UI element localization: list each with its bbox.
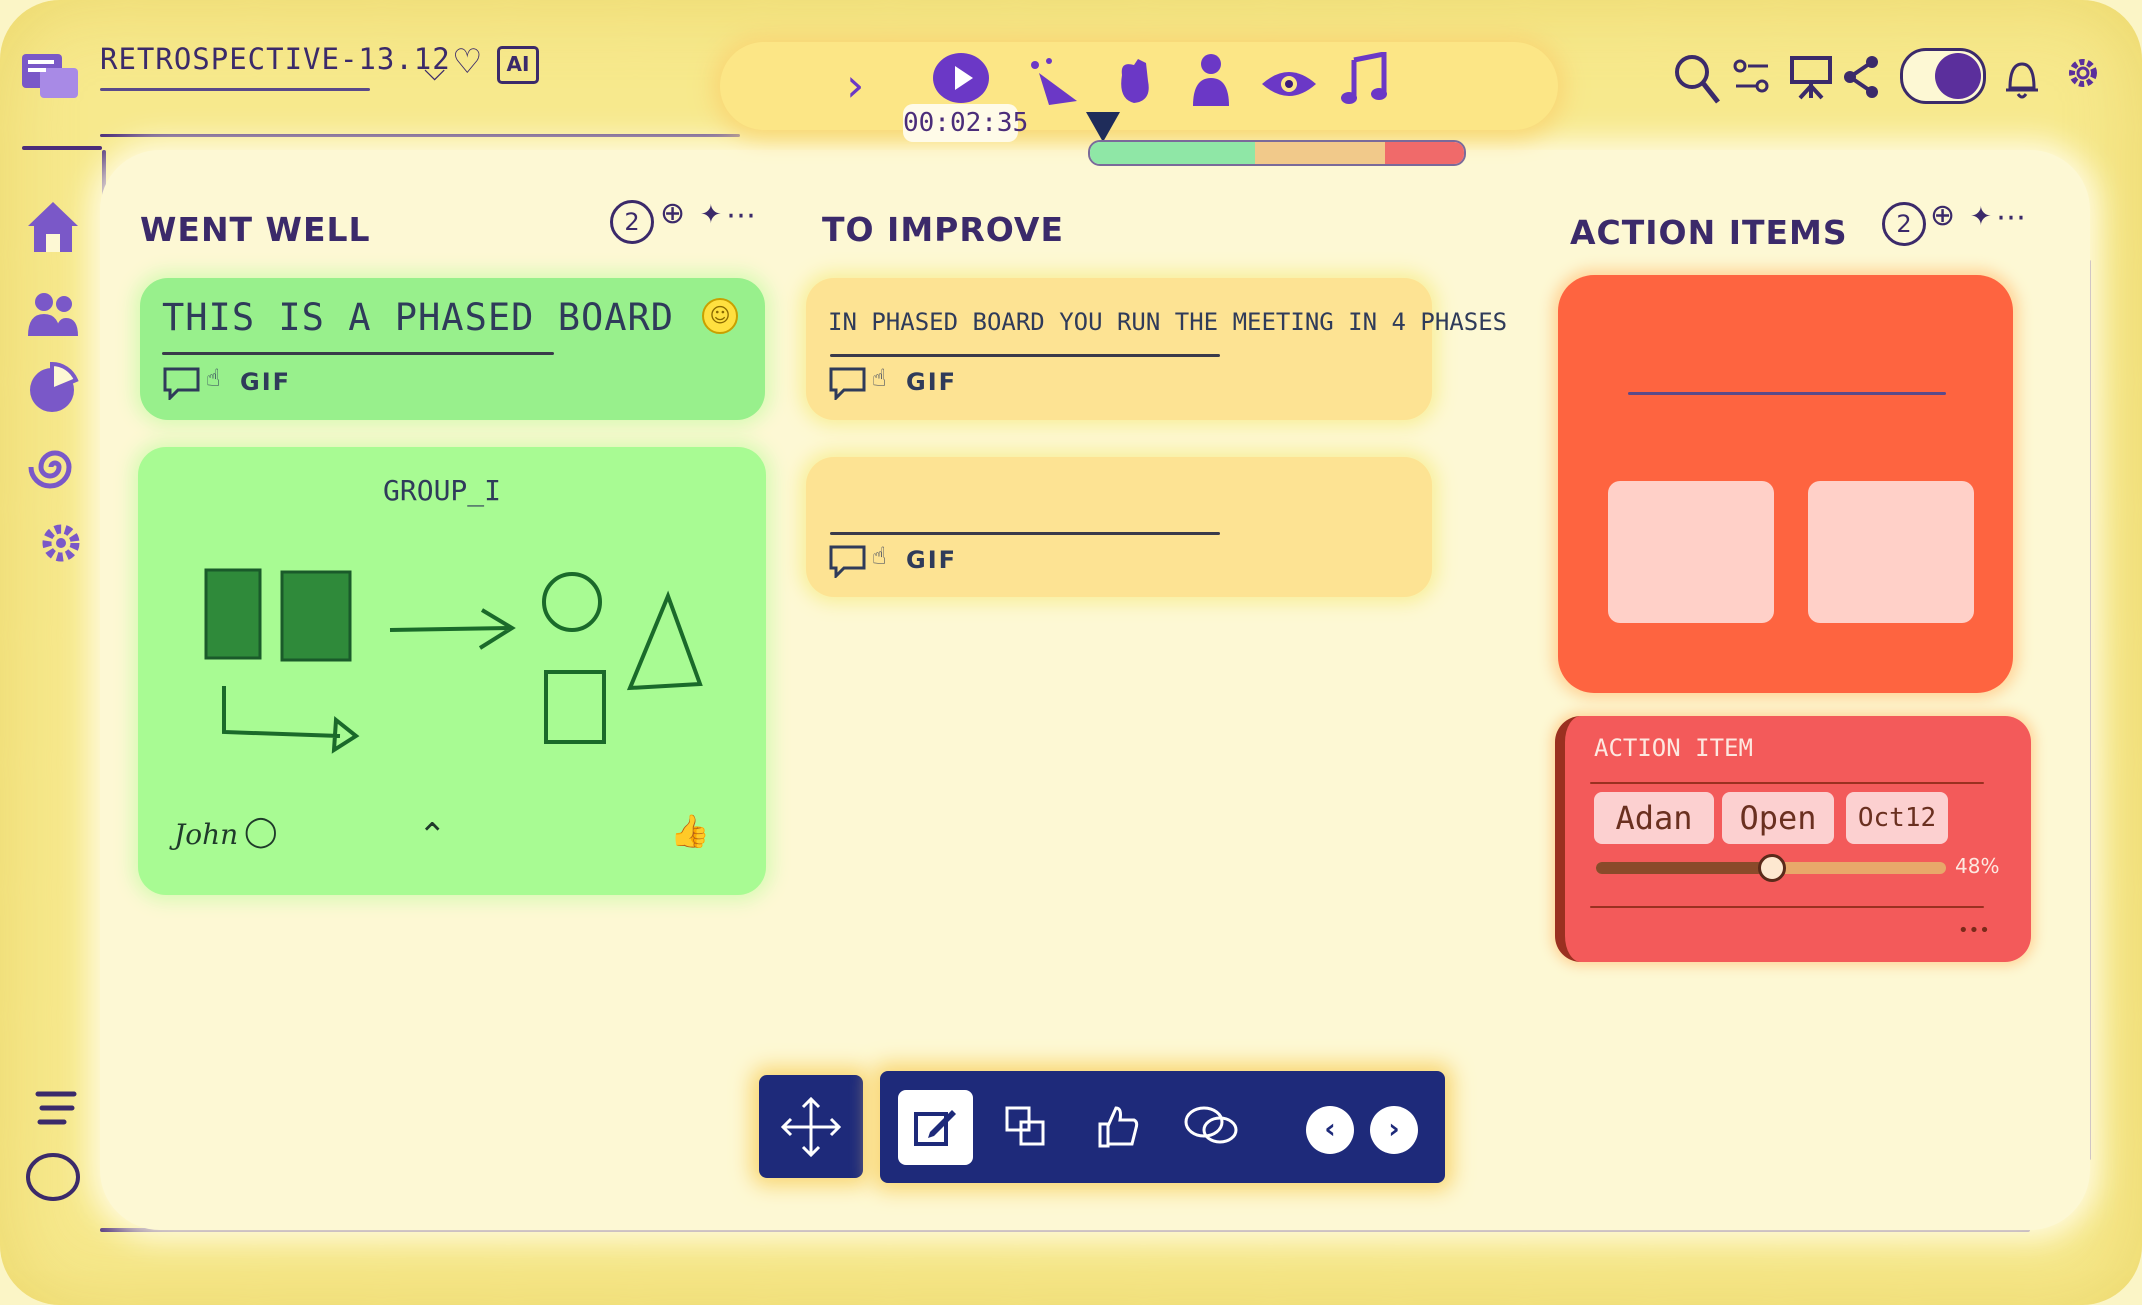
board-title[interactable]: RETROSPECTIVE-13.12 (100, 42, 451, 76)
column-more-icon[interactable]: ⋯ (1996, 200, 2026, 235)
card-underline (830, 354, 1220, 357)
border-line-top (100, 134, 740, 137)
phase-timer: 00:02:35 (903, 104, 1028, 142)
card-text[interactable]: IN PHASED BOARD YOU RUN THE MEETING IN 4… (828, 308, 1507, 336)
column-title-went-well[interactable]: WENT WELL (140, 210, 371, 249)
person-icon[interactable] (1189, 52, 1233, 108)
gif-button[interactable]: GIF (906, 546, 957, 574)
card-underline (1628, 392, 1946, 395)
comment-icon[interactable]: ◯ (244, 814, 278, 849)
placeholder-block (1808, 481, 1974, 623)
search-icon[interactable] (1672, 52, 1722, 106)
music-icon[interactable] (1340, 52, 1390, 108)
progress-fill (1596, 862, 1764, 874)
progress-knob[interactable] (1758, 854, 1786, 882)
action-item-title: ACTION ITEM (1594, 734, 1753, 762)
prev-button[interactable]: ‹ (1306, 1106, 1354, 1154)
count-label: 2 (624, 208, 640, 236)
title-underline (100, 88, 370, 91)
sidebar-top-line (22, 146, 102, 150)
author-name: John (174, 818, 239, 851)
card-underline (830, 532, 1220, 535)
chevron-down-icon[interactable]: ⌵ (424, 54, 445, 88)
app-frame: RETROSPECTIVE-13.12 ⌵ ♡ AI › 00:02:35 WE… (0, 0, 2142, 1305)
bell-icon[interactable] (2004, 58, 2040, 100)
move-icon (780, 1096, 842, 1158)
placeholder-block (1608, 481, 1774, 623)
count-label: 2 (1896, 210, 1912, 238)
heart-icon[interactable]: ♡ (452, 42, 482, 82)
due-date-chip[interactable]: Oct12 (1846, 792, 1948, 844)
hand-icon[interactable] (1112, 55, 1164, 107)
card-underline (1590, 906, 1984, 908)
gif-button[interactable]: GIF (906, 368, 957, 396)
column-count-badge[interactable]: 2 (610, 200, 654, 244)
comment-icon[interactable] (828, 366, 868, 400)
column-more-icon[interactable]: ⋯ (726, 198, 756, 233)
chart-icon[interactable] (28, 358, 80, 414)
sidebar-settings-icon[interactable] (38, 520, 84, 566)
share-icon[interactable] (1842, 54, 1882, 100)
card-underline (1590, 782, 1984, 784)
theme-toggle[interactable] (1900, 48, 1986, 104)
action-more-icon[interactable]: ••• (1958, 920, 1990, 941)
filter-icon[interactable] (1732, 58, 1772, 98)
pointer-icon[interactable]: ☝ (872, 542, 889, 570)
presentation-icon[interactable] (1788, 52, 1834, 102)
phase-progress-marker (1086, 112, 1120, 142)
vote-icon[interactable] (1094, 1102, 1142, 1150)
status-chip[interactable]: Open (1722, 792, 1834, 844)
card-text[interactable]: THIS IS A PHASED BOARD (162, 296, 674, 339)
comment-icon[interactable] (162, 366, 202, 400)
progress-label: 48% (1955, 854, 2000, 878)
menu-icon[interactable] (34, 1088, 78, 1128)
comment-icon[interactable] (828, 544, 868, 578)
collapse-icon[interactable]: ⌃ (418, 816, 447, 856)
settings-icon[interactable] (2064, 54, 2102, 92)
column-title-action-items[interactable]: ACTION ITEMS (1570, 213, 1848, 252)
gif-button[interactable]: GIF (240, 368, 291, 396)
add-card-icon[interactable]: ⊕ (660, 196, 685, 231)
card-underline (162, 352, 554, 355)
circle-icon[interactable] (24, 1150, 82, 1204)
phase-progress-bar (1088, 140, 1466, 166)
sparkle-icon[interactable]: ✦ (1970, 202, 1992, 232)
next-phase-chevron[interactable]: › (846, 58, 864, 112)
column-title-to-improve[interactable]: TO IMPROVE (822, 210, 1064, 249)
progress-slider[interactable] (1596, 854, 1946, 882)
progress-segment-2 (1254, 142, 1386, 164)
party-icon[interactable] (1025, 55, 1085, 107)
home-icon[interactable] (24, 198, 82, 256)
smiley-reaction-icon[interactable]: ☺ (702, 298, 738, 334)
pointer-icon[interactable]: ☝ (206, 364, 223, 392)
spiral-icon[interactable] (28, 440, 82, 494)
progress-segment-3 (1385, 142, 1464, 164)
column-count-badge[interactable]: 2 (1882, 202, 1926, 246)
thumbs-up-icon[interactable]: 👍 (670, 812, 710, 850)
play-icon[interactable] (933, 53, 989, 103)
edit-icon (914, 1110, 956, 1146)
next-button[interactable]: › (1370, 1106, 1418, 1154)
eye-icon[interactable] (1260, 64, 1318, 104)
group-icon[interactable] (1003, 1104, 1049, 1150)
discuss-icon[interactable] (1182, 1102, 1240, 1150)
pointer-icon[interactable]: ☝ (872, 364, 889, 392)
team-icon[interactable] (26, 290, 80, 338)
add-card-icon[interactable]: ⊕ (1930, 198, 1955, 233)
sparkle-icon[interactable]: ✦ (700, 200, 722, 230)
group-sketch-image (204, 568, 703, 754)
progress-segment-1 (1090, 142, 1255, 164)
card-phased-meeting[interactable] (806, 278, 1432, 420)
card-empty[interactable] (806, 457, 1432, 597)
ai-button[interactable]: AI (497, 46, 539, 84)
group-title[interactable]: GROUP_I (383, 474, 501, 507)
app-logo-icon[interactable] (20, 48, 82, 104)
assignee-chip[interactable]: Adan (1594, 792, 1714, 844)
